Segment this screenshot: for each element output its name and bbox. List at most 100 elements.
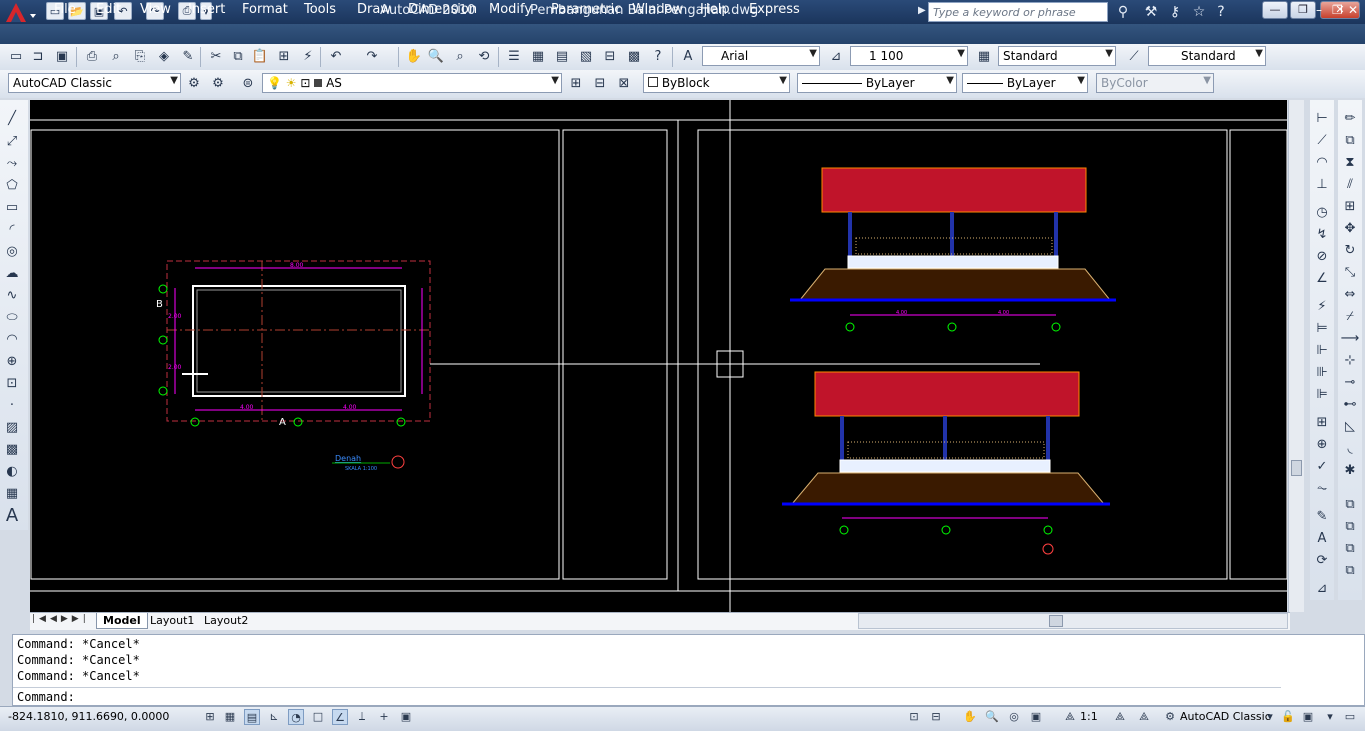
steering-wheel-icon[interactable]: ◎ xyxy=(1006,709,1022,725)
dim-baseline-icon[interactable]: ⊨ xyxy=(1312,318,1332,338)
communication-center-icon[interactable]: ⚒ xyxy=(1140,2,1162,22)
workspace-status[interactable]: AutoCAD Classic xyxy=(1180,710,1271,723)
tab-model[interactable]: Model xyxy=(96,613,148,629)
paste-icon[interactable]: 📋 xyxy=(250,46,270,66)
design-center-icon[interactable]: ✎ xyxy=(178,46,198,66)
center-mark-icon[interactable]: ⊕ xyxy=(1312,434,1332,454)
mirror-icon[interactable]: ⧗ xyxy=(1340,152,1360,172)
region-icon[interactable]: ◐ xyxy=(2,461,22,481)
3d-dwf-icon[interactable]: ◈ xyxy=(154,46,174,66)
zoom-status-icon[interactable]: 🔍 xyxy=(984,709,1000,725)
table-icon[interactable]: ▦ xyxy=(2,483,22,503)
line-icon[interactable]: ╱ xyxy=(2,108,22,128)
draworder-front-icon[interactable]: ⧉ xyxy=(1340,516,1360,536)
linetype-dropdown[interactable]: ByLayer ▼ xyxy=(797,73,957,93)
dim-style-dropdown[interactable]: Standard ▼ xyxy=(998,46,1116,66)
stretch-icon[interactable]: ⇔ xyxy=(1340,284,1360,304)
text-style-icon[interactable]: A xyxy=(678,46,698,66)
dynamic-input-icon[interactable]: + xyxy=(376,709,392,725)
inspection-icon[interactable]: ✓ xyxy=(1312,456,1332,476)
ellipse-icon[interactable]: ⬭ xyxy=(2,307,22,327)
quick-view-layouts-icon[interactable]: ⊟ xyxy=(928,709,944,725)
properties-icon[interactable]: ☰ xyxy=(504,46,524,66)
polygon-icon[interactable]: ⬠ xyxy=(2,175,22,195)
object-snap-tracking-icon[interactable]: ∠ xyxy=(332,709,348,725)
favorites-star-icon[interactable]: ☆ xyxy=(1188,2,1210,22)
menu-edit[interactable]: Edit xyxy=(96,2,121,17)
menu-file[interactable]: File xyxy=(54,2,76,17)
open-file-icon[interactable]: ⊐ xyxy=(28,46,48,66)
dim-break-icon[interactable]: ⊫ xyxy=(1312,384,1332,404)
menu-help[interactable]: Help xyxy=(700,2,730,17)
jogged-linear-icon[interactable]: ⏦ xyxy=(1312,478,1332,498)
make-block-icon[interactable]: ⊡ xyxy=(2,373,22,393)
menu-view[interactable]: View xyxy=(140,2,171,17)
dim-angular-icon[interactable]: ∠ xyxy=(1312,268,1332,288)
menu-tools[interactable]: Tools xyxy=(304,2,336,17)
menu-dimension[interactable]: Dimension xyxy=(408,2,477,17)
draworder-above-icon[interactable]: ⧉ xyxy=(1340,560,1360,580)
binoculars-icon[interactable]: ⚲ xyxy=(1112,2,1134,22)
plot-style-dropdown[interactable]: ByColor ▼ xyxy=(1096,73,1214,93)
scale-icon[interactable]: ⤡ xyxy=(1340,262,1360,282)
lineweight-toggle-icon[interactable]: ▣ xyxy=(398,709,414,725)
rotate-icon[interactable]: ↻ xyxy=(1340,240,1360,260)
break-icon[interactable]: ⊸ xyxy=(1340,372,1360,392)
annotation-scale-icon[interactable]: ⟁ xyxy=(1062,709,1078,725)
dim-style-icon[interactable]: ⊿ xyxy=(826,46,846,66)
model-space-icon[interactable]: ⊡ xyxy=(906,709,922,725)
circle-icon[interactable]: ◎ xyxy=(2,241,22,261)
plot-toolbar-icon[interactable]: ⎙ xyxy=(82,46,102,66)
spline-icon[interactable]: ∿ xyxy=(2,285,22,305)
menu-modify[interactable]: Modify xyxy=(489,2,532,17)
scroll-thumb[interactable] xyxy=(1291,460,1302,476)
draworder-icon[interactable]: ⧉ xyxy=(1340,494,1360,514)
rectangle-icon[interactable]: ▭ xyxy=(2,197,22,217)
grid-display-icon[interactable]: ▤ xyxy=(244,709,260,725)
tab-layout2[interactable]: Layout2 xyxy=(198,613,254,628)
construction-line-icon[interactable]: ⤢ xyxy=(2,131,22,151)
sheet-set-icon[interactable]: ▧ xyxy=(576,46,596,66)
status-tray-icon[interactable]: ▣ xyxy=(1300,709,1316,725)
help-toolbar-icon[interactable]: ? xyxy=(648,46,668,66)
annotation-scale-value[interactable]: 1:1 xyxy=(1080,710,1098,723)
match-properties-icon[interactable]: ⚡ xyxy=(298,46,318,66)
dim-linear-icon[interactable]: ⊢ xyxy=(1312,108,1332,128)
dim-space-icon[interactable]: ⊪ xyxy=(1312,362,1332,382)
chamfer-icon[interactable]: ◺ xyxy=(1340,416,1360,436)
drawing-canvas[interactable]: 8.00 4.00 4.00 2.00 2.00 B A Denah SKALA… xyxy=(30,100,1287,612)
dynamic-ucs-icon[interactable]: ⟘ xyxy=(354,709,370,725)
hatch-icon[interactable]: ▨ xyxy=(2,417,22,437)
multileader-style-icon[interactable]: ⟋ xyxy=(1124,46,1144,66)
workspace-dropdown-icon[interactable]: ▾ xyxy=(1262,709,1278,725)
revision-cloud-icon[interactable]: ☁ xyxy=(2,263,22,283)
toolbar-lock-icon[interactable]: 🔓 xyxy=(1280,709,1296,725)
draworder-back-icon[interactable]: ⧉ xyxy=(1340,538,1360,558)
copy-icon[interactable]: ⧉ xyxy=(228,46,248,66)
move-icon[interactable]: ✥ xyxy=(1340,218,1360,238)
multiline-text-icon[interactable]: A xyxy=(2,505,22,526)
status-menu-icon[interactable]: ▾ xyxy=(1322,709,1338,725)
lineweight-dropdown[interactable]: ByLayer ▼ xyxy=(962,73,1088,93)
workspace-settings-icon[interactable]: ⚙ xyxy=(184,73,204,93)
search-input[interactable]: Type a keyword or phrase xyxy=(928,2,1108,22)
dim-arc-icon[interactable]: ◠ xyxy=(1312,152,1332,172)
zoom-realtime-icon[interactable]: 🔍 xyxy=(426,46,446,66)
publish-icon[interactable]: ⎘ xyxy=(130,46,150,66)
table-style-dropdown[interactable]: Standard ▼ xyxy=(1148,46,1266,66)
key-icon[interactable]: ⚷ xyxy=(1164,2,1186,22)
qnew-icon[interactable]: ▭ xyxy=(6,46,26,66)
layer-previous-icon[interactable]: ⊟ xyxy=(590,73,610,93)
copy-object-icon[interactable]: ⧉ xyxy=(1340,130,1360,150)
erase-icon[interactable]: ✏ xyxy=(1340,108,1360,128)
ellipse-arc-icon[interactable]: ◠ xyxy=(2,329,22,349)
menu-parametric[interactable]: Parametric xyxy=(551,2,621,17)
object-snap-icon[interactable]: □ xyxy=(310,709,326,725)
showmotion-icon[interactable]: ▣ xyxy=(1028,709,1044,725)
dim-text-edit-icon[interactable]: A xyxy=(1312,528,1332,548)
paste-block-icon[interactable]: ⊞ xyxy=(274,46,294,66)
infer-constraints-icon[interactable]: ⊞ xyxy=(202,709,218,725)
quick-dim-icon[interactable]: ⚡ xyxy=(1312,296,1332,316)
insert-block-icon[interactable]: ⊕ xyxy=(2,351,22,371)
undo-toolbar-icon[interactable]: ↶ xyxy=(326,46,346,66)
